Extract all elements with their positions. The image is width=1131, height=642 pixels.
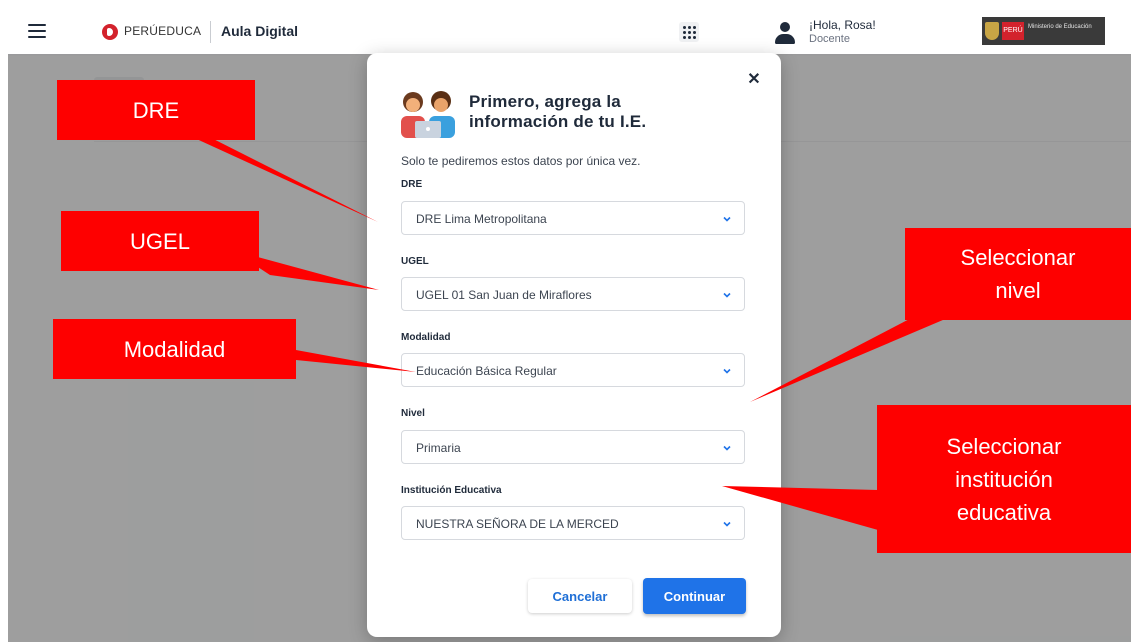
nivel-callout-line-1: Seleccionar <box>960 245 1076 270</box>
institucion-label: Institución Educativa <box>401 485 502 496</box>
dialog-title-line-1: Primero, agrega la <box>469 92 621 111</box>
user-avatar-icon[interactable] <box>773 20 797 46</box>
dre-select[interactable]: DRE Lima Metropolitana <box>401 201 745 235</box>
chevron-down-icon <box>723 216 731 222</box>
user-greeting[interactable]: ¡Hola, Rosa! <box>809 18 876 32</box>
ugel-callout: UGEL <box>61 211 259 271</box>
dre-select-value: DRE Lima Metropolitana <box>416 212 547 226</box>
modalidad-select-value: Educación Básica Regular <box>416 364 557 378</box>
teachers-illustration-icon <box>401 91 455 138</box>
modalidad-label: Modalidad <box>401 332 451 343</box>
dre-callout: DRE <box>57 80 255 140</box>
continue-button[interactable]: Continuar <box>643 578 746 614</box>
nivel-label: Nivel <box>401 408 425 419</box>
user-role: Docente <box>809 33 850 45</box>
peru-shield-icon <box>985 22 999 40</box>
ugel-select-value: UGEL 01 San Juan de Miraflores <box>416 288 592 302</box>
chevron-down-icon <box>723 368 731 374</box>
ie-callout-line-1: Seleccionar <box>946 433 1062 459</box>
apps-grid-icon[interactable] <box>679 22 699 42</box>
chevron-down-icon <box>723 445 731 451</box>
brand-name: PERÚEDUCA <box>124 24 202 38</box>
app-title[interactable]: Aula Digital <box>221 23 298 39</box>
chevron-down-icon <box>723 521 731 527</box>
institucion-select[interactable]: NUESTRA SEÑORA DE LA MERCED <box>401 506 745 540</box>
ie-callout: Seleccionar institución educativa <box>877 405 1131 553</box>
nivel-select[interactable]: Primaria <box>401 430 745 464</box>
modalidad-select[interactable]: Educación Básica Regular <box>401 353 745 387</box>
ministry-peru-label: PERÚ <box>1002 22 1024 40</box>
nivel-callout-line-2: nivel <box>995 278 1041 303</box>
chevron-down-icon <box>723 292 731 298</box>
ie-callout-line-3: educativa <box>956 499 1052 525</box>
ministry-logo: PERÚ Ministerio de Educación <box>982 17 1105 45</box>
ugel-label: UGEL <box>401 256 429 267</box>
nivel-callout: Seleccionar nivel <box>905 228 1131 320</box>
brand-divider <box>210 21 211 43</box>
dialog-title: Primero, agrega la información de tu I.E… <box>469 92 709 132</box>
institucion-select-value: NUESTRA SEÑORA DE LA MERCED <box>416 517 619 531</box>
hamburger-menu-icon[interactable] <box>28 24 46 38</box>
dialog-subtitle: Solo te pediremos estos datos por única … <box>401 154 641 168</box>
dre-label: DRE <box>401 179 423 190</box>
modalidad-callout: Modalidad <box>53 319 296 379</box>
ie-callout-line-2: institución <box>955 466 1053 492</box>
close-icon[interactable]: ✕ <box>747 72 761 88</box>
ugel-select[interactable]: UGEL 01 San Juan de Miraflores <box>401 277 745 311</box>
institution-info-dialog: ✕ Primero, agrega la información de tu I… <box>367 53 781 637</box>
dialog-title-line-2: información de tu I.E. <box>469 112 647 131</box>
cancel-button[interactable]: Cancelar <box>528 579 632 613</box>
perueduca-logo-icon <box>102 24 118 40</box>
nivel-select-value: Primaria <box>416 441 461 455</box>
top-bar: PERÚEDUCA Aula Digital ¡Hola, Rosa! Doce… <box>8 10 1131 54</box>
ministry-name: Ministerio de Educación <box>1028 24 1092 30</box>
